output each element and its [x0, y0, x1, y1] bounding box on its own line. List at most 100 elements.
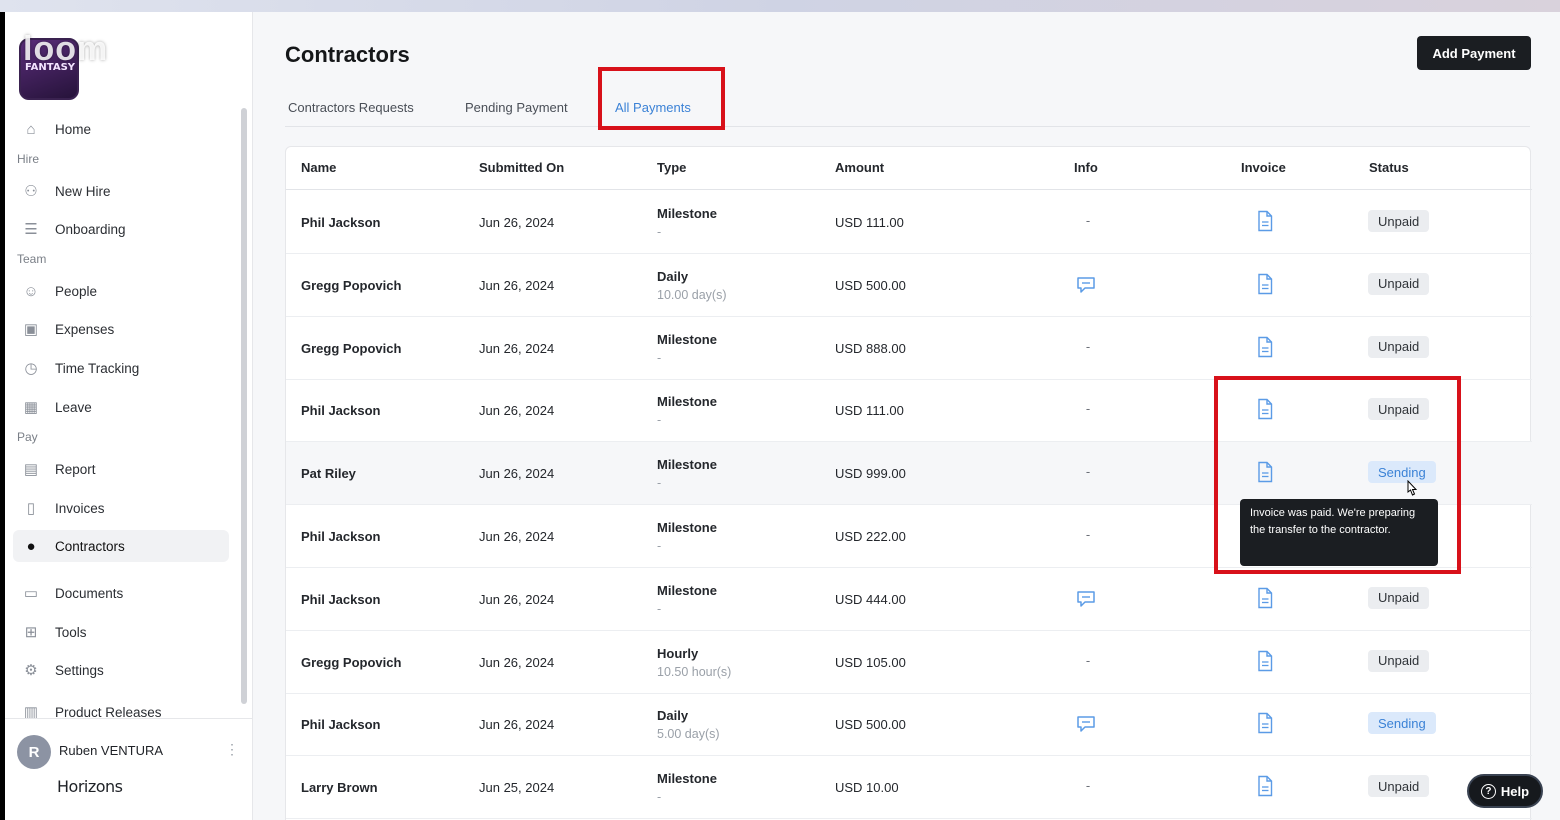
info-value: - — [1085, 652, 1091, 668]
status-badge[interactable]: Unpaid — [1368, 649, 1430, 672]
gear-icon: ⚙ — [24, 662, 38, 679]
info-value: - — [1085, 778, 1091, 794]
submitted-date: Jun 26, 2024 — [479, 717, 555, 733]
payment-amount: USD 999.00 — [835, 466, 906, 482]
payment-type-detail: - — [657, 350, 662, 365]
comment-icon[interactable] — [1076, 276, 1096, 294]
payment-type-detail: - — [657, 790, 662, 805]
table-row[interactable]: Larry Brown Jun 25, 2024 Milestone - USD 10.… — [286, 756, 1532, 820]
sidebar-item-documents[interactable]: ▭ Documents — [13, 577, 229, 609]
table-row[interactable]: Phil Jackson Jun 26, 2024 Daily 5.00 day(s)… — [286, 693, 1532, 757]
calendar-icon: ▦ — [23, 399, 39, 416]
column-header-name[interactable]: Name — [301, 160, 336, 175]
table-row[interactable]: Phil Jackson Jun 26, 2024 Milestone - USD 44… — [286, 568, 1532, 631]
table-row[interactable]: Gregg Popovich Jun 26, 2024 Daily 10.00 day… — [286, 254, 1532, 317]
invoice-document-icon[interactable] — [1256, 336, 1274, 358]
avatar[interactable]: R — [17, 735, 51, 769]
status-badge[interactable]: Sending — [1368, 712, 1436, 735]
payment-type-detail: - — [657, 476, 662, 491]
invoice-document-icon[interactable] — [1256, 273, 1274, 295]
app-window: FANTASY loom ⌂ Home ⚇ New Hire ☰ Onboarding ☺ P… — [5, 12, 1560, 820]
column-header-type[interactable]: Type — [657, 160, 686, 175]
comment-icon[interactable] — [1076, 590, 1096, 608]
sidebar-item-report[interactable]: ▤ Report — [13, 453, 229, 485]
contractor-name: Phil Jackson — [301, 529, 381, 544]
column-header-invoice: Invoice — [1241, 160, 1286, 175]
payment-type-detail: - — [657, 413, 662, 428]
sidebar-item-home[interactable]: ⌂ Home — [13, 113, 229, 145]
sidebar-item-time-tracking[interactable]: ◷ Time Tracking — [13, 352, 229, 384]
payment-amount: USD 222.00 — [835, 529, 906, 544]
sidebar-item-settings[interactable]: ⚙ Settings — [13, 654, 229, 686]
sidebar-item-leave[interactable]: ▦ Leave — [13, 391, 229, 423]
sidebar-scrollbar[interactable] — [241, 108, 247, 704]
payment-amount: USD 888.00 — [835, 340, 906, 356]
help-icon: ? — [1480, 783, 1496, 799]
payment-type: Milestone — [657, 331, 717, 347]
document-icon: ▭ — [23, 585, 39, 602]
contractor-name: Pat Riley — [301, 466, 356, 482]
table-row[interactable]: Gregg Popovich Jun 26, 2024 Milestone - USD … — [286, 317, 1532, 380]
sidebar-item-label: Report — [55, 461, 96, 477]
comment-icon[interactable] — [1076, 715, 1096, 733]
submitted-date: Jun 26, 2024 — [479, 466, 555, 482]
status-badge[interactable]: Unpaid — [1368, 335, 1430, 358]
sidebar-item-label: Onboarding — [55, 221, 126, 237]
payment-type: Milestone — [657, 582, 717, 598]
payment-type-detail: - — [657, 601, 662, 616]
user-profile[interactable]: R Ruben VENTURA ⋮ Horizons — [5, 718, 253, 820]
column-header-status[interactable]: Status — [1369, 160, 1409, 175]
invoice-document-icon[interactable] — [1256, 210, 1274, 232]
list-icon: ☰ — [24, 221, 38, 238]
column-header-amount[interactable]: Amount — [835, 160, 884, 175]
home-icon: ⌂ — [26, 120, 36, 138]
payment-type-detail: 10.50 hour(s) — [657, 664, 732, 679]
sidebar-item-people[interactable]: ☺ People — [13, 275, 229, 307]
sidebar-item-new-hire[interactable]: ⚇ New Hire — [13, 175, 229, 207]
invoice-document-icon[interactable] — [1256, 775, 1274, 797]
sidebar-item-expenses[interactable]: ▣ Expenses — [13, 313, 229, 345]
table-row[interactable]: Phil Jackson Jun 26, 2024 Milestone - USD 11… — [286, 191, 1532, 254]
status-badge[interactable]: Unpaid — [1368, 586, 1430, 609]
tab-contractors-requests[interactable]: Contractors Requests — [288, 100, 414, 115]
tab-pending-payment[interactable]: Pending Payment — [465, 100, 568, 115]
browser-top-bar — [0, 0, 1560, 12]
column-header-submitted-on[interactable]: Submitted On — [479, 160, 564, 175]
tools-icon: ⊞ — [24, 624, 38, 641]
expense-icon: ▣ — [23, 321, 39, 338]
invoice-document-icon[interactable] — [1256, 712, 1274, 734]
more-options-icon[interactable]: ⋮ — [225, 741, 239, 758]
add-payment-button[interactable]: Add Payment — [1417, 36, 1531, 70]
sidebar-item-invoices[interactable]: ▯ Invoices — [13, 492, 229, 524]
sidebar-item-label: Time Tracking — [55, 360, 140, 376]
table-row[interactable]: Gregg Popovich Jun 26, 2024 Hourly 10.50 ho… — [286, 631, 1532, 694]
help-button[interactable]: ? Help — [1467, 774, 1543, 808]
sidebar-item-label: Invoices — [55, 500, 105, 516]
contractors-icon: ● — [26, 537, 36, 555]
status-badge[interactable]: Unpaid — [1368, 775, 1430, 798]
sidebar-item-label: Contractors — [55, 538, 125, 554]
status-badge[interactable]: Unpaid — [1368, 272, 1430, 295]
submitted-date: Jun 25, 2024 — [479, 780, 555, 796]
sidebar-item-onboarding[interactable]: ☰ Onboarding — [13, 213, 229, 245]
company-name: Horizons — [57, 777, 123, 796]
payment-type: Milestone — [657, 394, 717, 410]
payment-amount: USD 111.00 — [835, 215, 904, 230]
info-value: - — [1085, 338, 1091, 354]
help-label: Help — [1500, 783, 1530, 799]
payment-type: Milestone — [657, 206, 717, 221]
loom-watermark: loom — [23, 30, 109, 68]
status-badge[interactable]: Unpaid — [1368, 210, 1430, 232]
sidebar-item-tools[interactable]: ⊞ Tools — [13, 616, 229, 648]
invoice-document-icon[interactable] — [1256, 587, 1274, 609]
sidebar-item-contractors[interactable]: ● Contractors — [13, 530, 229, 562]
table-header: Name Submitted On Type Amount Info Invoi… — [286, 147, 1532, 190]
invoice-document-icon[interactable] — [1256, 650, 1274, 672]
page-title: Contractors — [285, 42, 410, 67]
invoice-icon: ▯ — [26, 500, 36, 517]
payment-amount: USD 105.00 — [835, 654, 906, 670]
add-user-icon: ⚇ — [24, 183, 38, 200]
sidebar-item-label: Expenses — [55, 321, 115, 337]
sidebar-item-label: People — [55, 283, 98, 299]
sidebar: FANTASY loom ⌂ Home ⚇ New Hire ☰ Onboarding ☺ P… — [5, 12, 253, 820]
